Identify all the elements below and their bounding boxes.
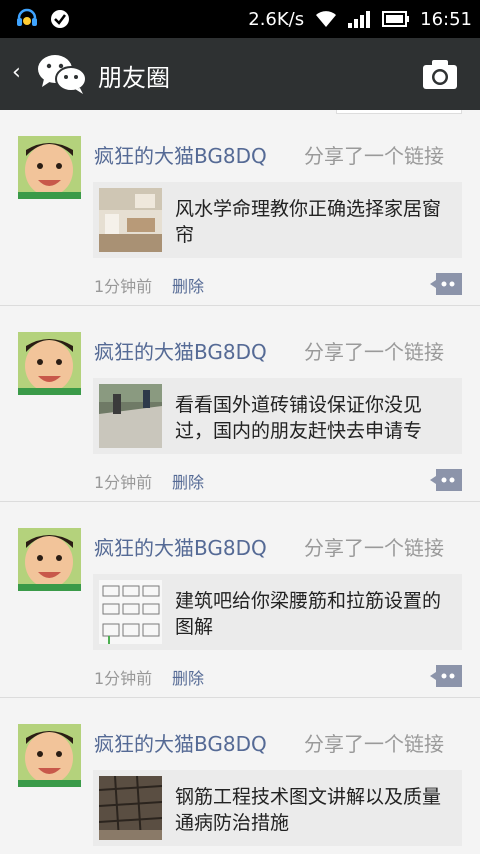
moment-post: 疯狂的大猫BG8DQ 分享了一个链接 看看国外道砖铺设保证你没见过，国内的朋友赶… — [0, 306, 480, 502]
avatar[interactable] — [18, 724, 81, 787]
moment-post: 疯狂的大猫BG8DQ 分享了一个链接 建筑吧给你梁腰筋和拉筋设置的图解 1分钟前… — [0, 502, 480, 698]
camera-icon[interactable] — [422, 58, 458, 90]
comment-icon[interactable] — [430, 469, 462, 491]
post-action-text: 分享了一个链接 — [304, 144, 444, 168]
app-bar: ‹ 朋友圈 — [0, 38, 480, 110]
battery-icon — [382, 11, 410, 27]
post-time: 1分钟前 — [94, 277, 153, 296]
link-thumbnail — [99, 188, 162, 252]
link-title: 看看国外道砖铺设保证你没见过，国内的朋友赶快去申请专 — [175, 394, 423, 442]
post-action-text: 分享了一个链接 — [304, 536, 444, 560]
shared-link-card[interactable]: 钢筋工程技术图文讲解以及质量通病防治措施 — [93, 770, 462, 846]
link-thumbnail — [99, 384, 162, 448]
post-author-name[interactable]: 疯狂的大猫BG8DQ — [94, 336, 267, 365]
status-bar: 2.6K/s 16:51 — [0, 0, 480, 38]
moment-post: 疯狂的大猫BG8DQ 分享了一个链接 钢筋工程技术图文讲解以及质量通病防治措施 — [0, 698, 480, 854]
clock: 16:51 — [420, 8, 472, 30]
post-author-name[interactable]: 疯狂的大猫BG8DQ — [94, 728, 267, 757]
post-author-name[interactable]: 疯狂的大猫BG8DQ — [94, 532, 267, 561]
link-thumbnail — [99, 776, 162, 840]
wifi-icon — [316, 11, 337, 27]
signal-icon — [348, 11, 371, 28]
link-title: 建筑吧给你梁腰筋和拉筋设置的图解 — [175, 590, 442, 638]
avatar[interactable] — [18, 136, 81, 199]
back-icon[interactable]: ‹ — [12, 60, 21, 85]
shared-link-card[interactable]: 建筑吧给你梁腰筋和拉筋设置的图解 — [93, 574, 462, 650]
post-action-text: 分享了一个链接 — [304, 732, 444, 756]
delete-link[interactable]: 删除 — [172, 273, 204, 297]
post-author-name[interactable]: 疯狂的大猫BG8DQ — [94, 140, 267, 169]
link-title: 钢筋工程技术图文讲解以及质量通病防治措施 — [175, 786, 442, 834]
avatar[interactable] — [18, 528, 81, 591]
moment-post: 疯狂的大猫BG8DQ 分享了一个链接 风水学命理教你正确选择家居窗帘 1分钟前 … — [0, 110, 480, 306]
wechat-logo-icon — [38, 55, 87, 94]
shared-link-card[interactable]: 看看国外道砖铺设保证你没见过，国内的朋友赶快去申请专 — [93, 378, 462, 454]
headset-notification-icon — [17, 8, 37, 26]
link-title: 风水学命理教你正确选择家居窗帘 — [175, 198, 442, 246]
moments-feed: 疯狂的大猫BG8DQ 分享了一个链接 风水学命理教你正确选择家居窗帘 1分钟前 … — [0, 110, 480, 854]
post-time: 1分钟前 — [94, 473, 153, 492]
page-title: 朋友圈 — [98, 64, 170, 92]
post-action-text: 分享了一个链接 — [304, 340, 444, 364]
avatar[interactable] — [18, 332, 81, 395]
link-thumbnail — [99, 580, 162, 644]
comment-icon[interactable] — [430, 665, 462, 687]
check-circle-icon — [51, 10, 69, 28]
comment-icon[interactable] — [430, 273, 462, 295]
delete-link[interactable]: 删除 — [172, 469, 204, 493]
post-time: 1分钟前 — [94, 669, 153, 688]
delete-link[interactable]: 删除 — [172, 665, 204, 689]
shared-link-card[interactable]: 风水学命理教你正确选择家居窗帘 — [93, 182, 462, 258]
net-speed: 2.6K/s — [248, 8, 305, 30]
